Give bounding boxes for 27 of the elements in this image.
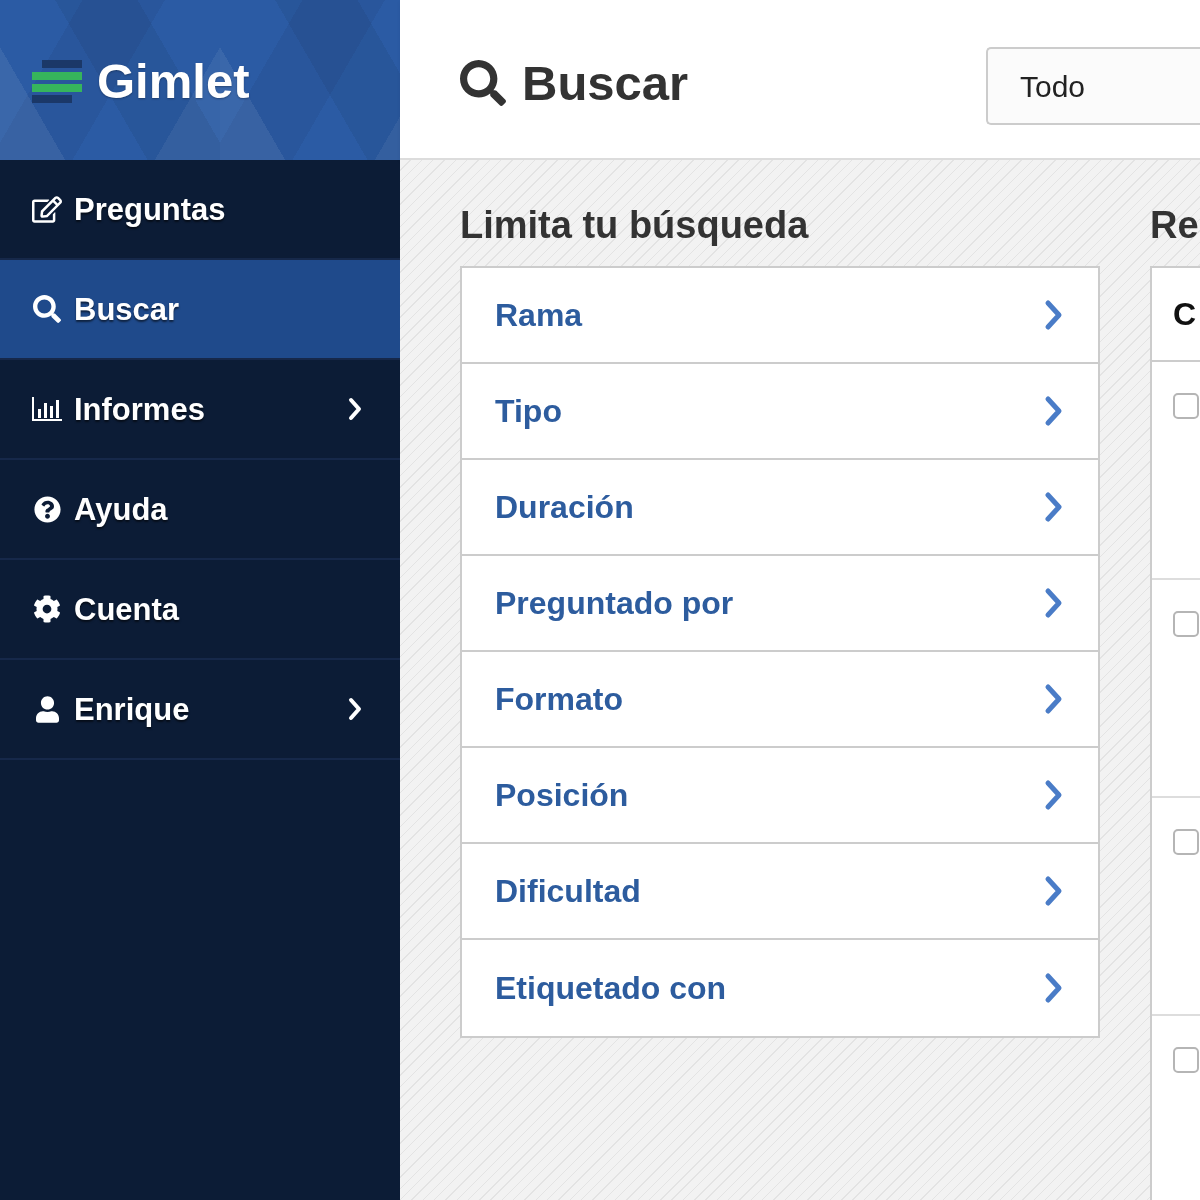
scope-select[interactable]: Todo [986, 47, 1200, 125]
checkbox[interactable] [1173, 611, 1199, 637]
edit-icon [32, 195, 62, 223]
chevron-right-icon [1044, 683, 1064, 715]
user-icon [35, 695, 59, 723]
logo-icon [32, 59, 82, 103]
chevron-right-icon [1044, 491, 1064, 523]
search-icon [460, 60, 506, 106]
chevron-right-icon [1044, 299, 1064, 331]
nav-item[interactable]: Buscar [0, 260, 400, 360]
checkbox[interactable] [1173, 393, 1199, 419]
chevron-right-icon [1044, 587, 1064, 619]
page-title: Buscar [522, 58, 689, 108]
chevron-right-icon [1044, 875, 1064, 907]
chevron-right-icon [1044, 779, 1064, 811]
section-heading: Re [1150, 203, 1200, 248]
checkbox[interactable] [1173, 1047, 1199, 1073]
column-header: C [1173, 298, 1197, 330]
section-heading: Limita tu búsqueda [460, 203, 810, 248]
bar-chart-icon [32, 397, 62, 421]
chevron-right-icon [1044, 395, 1064, 427]
checkbox[interactable] [1173, 829, 1199, 855]
search-icon [33, 295, 61, 323]
app-name: Gimlet [97, 56, 250, 106]
chevron-right-icon [1044, 972, 1064, 1004]
settings-icon [33, 595, 61, 623]
help-icon [33, 495, 61, 523]
